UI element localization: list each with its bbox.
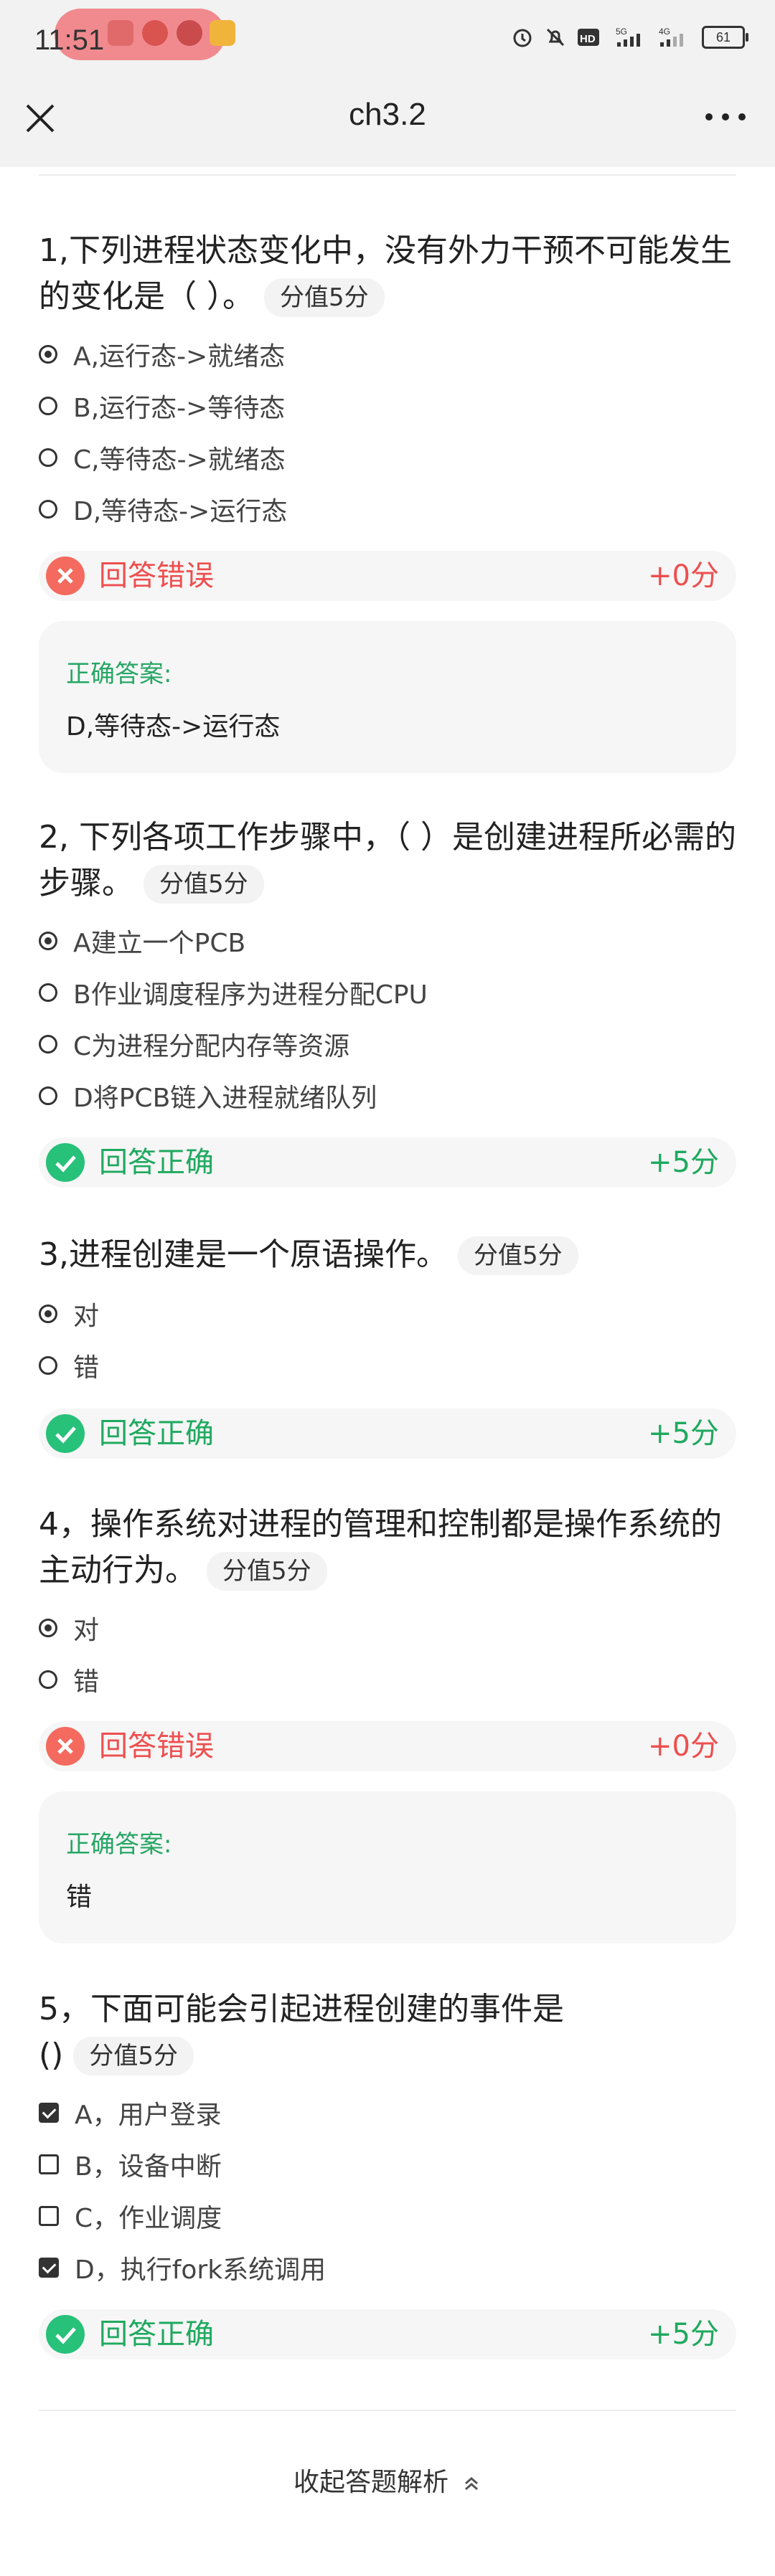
result-score: +5分 [648, 1417, 719, 1450]
score-tag: 分值5分 [73, 2037, 194, 2075]
result-text: 回答错误 [99, 559, 214, 592]
question-2: 2, 下列各项工作步骤中，（ ）是创建进程所必需的步骤。 分值5分 A建立一个PC… [39, 815, 736, 1188]
check-icon [46, 2315, 85, 2354]
qq-icon [142, 20, 168, 46]
question-title: 3,进程创建是一个原语操作。 分值5分 [39, 1232, 736, 1278]
option-d[interactable]: D，执行fork系统调用 [39, 2246, 326, 2289]
radio-selected[interactable] [39, 1304, 57, 1323]
radio[interactable] [39, 1086, 57, 1105]
page-title: ch3.2 [349, 97, 426, 132]
double-chevron-up-icon [465, 2477, 478, 2491]
status-bar: 11:51 HD 5G 4G 61 [0, 0, 775, 82]
svg-text:5G: 5G [616, 27, 627, 37]
result-bar: 回答错误 +0分 [39, 1721, 736, 1771]
result-text: 回答正确 [99, 1417, 214, 1450]
radio[interactable] [39, 500, 57, 518]
option-b[interactable]: B作业调度程序为进程分配CPU [39, 971, 428, 1014]
question-title: 4，操作系统对进程的管理和控制都是操作系统的主动行为。 分值5分 [39, 1502, 736, 1594]
wrong-icon [46, 1727, 85, 1766]
result-bar: 回答正确 +5分 [39, 1408, 736, 1459]
svg-text:HD: HD [580, 33, 596, 45]
checkbox[interactable] [39, 2206, 59, 2226]
radio[interactable] [39, 448, 57, 467]
option-b[interactable]: B，设备中断 [39, 2143, 222, 2186]
question-title: 2, 下列各项工作步骤中，（ ）是创建进程所必需的步骤。 分值5分 [39, 815, 736, 906]
score-tag: 分值5分 [207, 1552, 327, 1591]
result-text: 回答错误 [99, 1730, 214, 1763]
collapse-label: 收起答题解析 [293, 2468, 448, 2497]
option-a[interactable]: A，用户登录 [39, 2091, 222, 2134]
alarm-icon [513, 29, 532, 47]
radio-selected[interactable] [39, 1619, 57, 1637]
question-1: 1,下列进程状态变化中，没有外力干预不可能发生的变化是（ ）。 分值5分 A,运行… [39, 228, 736, 773]
question-title: 1,下列进程状态变化中，没有外力干预不可能发生的变化是（ ）。 分值5分 [39, 228, 736, 320]
svg-text:4G: 4G [659, 27, 670, 37]
question-4: 4，操作系统对进程的管理和控制都是操作系统的主动行为。 分值5分 对 错 回答错误… [39, 1502, 736, 1943]
result-bar: 回答正确 +5分 [39, 1137, 736, 1188]
radio[interactable] [39, 1035, 57, 1053]
status-time: 11:51 [34, 24, 105, 56]
check-icon [46, 1143, 85, 1182]
battery-icon: 61 [702, 26, 748, 49]
option-c[interactable]: C,等待态->就绪态 [39, 436, 286, 479]
correct-answer-box: 正确答案: D,等待态->运行态 [39, 621, 736, 773]
option-true[interactable]: 对 [39, 1606, 99, 1649]
signal-5g-icon: 5G [616, 27, 640, 47]
result-score: +0分 [648, 1730, 719, 1763]
result-score: +5分 [648, 1146, 719, 1179]
option-c[interactable]: C，作业调度 [39, 2194, 222, 2238]
check-icon [46, 1414, 85, 1453]
radio[interactable] [39, 1670, 57, 1689]
option-true[interactable]: 对 [39, 1292, 99, 1335]
result-score: +5分 [648, 2318, 719, 2351]
divider [39, 2410, 736, 2411]
radio[interactable] [39, 1356, 57, 1375]
checkbox-checked[interactable] [39, 2258, 59, 2278]
result-bar: 回答正确 +5分 [39, 2309, 736, 2359]
answer-value: D,等待态->运行态 [66, 712, 281, 742]
radio-selected[interactable] [39, 345, 57, 364]
checkbox-checked[interactable] [39, 2103, 59, 2123]
question-3: 3,进程创建是一个原语操作。 分值5分 对 错 回答正确 +5分 [39, 1232, 736, 1459]
collapse-analysis-button[interactable]: 收起答题解析 [0, 2461, 775, 2499]
result-score: +0分 [648, 559, 719, 592]
option-d[interactable]: D将PCB链入进程就绪队列 [39, 1074, 377, 1117]
option-b[interactable]: B,运行态->等待态 [39, 384, 285, 427]
option-false[interactable]: 错 [39, 1344, 99, 1387]
radio-selected[interactable] [39, 932, 57, 950]
signal-4g-icon: 4G [659, 27, 683, 47]
nav-bar: ch3.2 [0, 82, 775, 167]
option-c[interactable]: C为进程分配内存等资源 [39, 1023, 349, 1066]
score-tag: 分值5分 [264, 278, 385, 317]
app-notification-icon [108, 20, 133, 46]
result-text: 回答正确 [99, 2318, 214, 2351]
result-text: 回答正确 [99, 1146, 214, 1179]
app-notification-icon [210, 20, 235, 46]
question-title: 5，下面可能会引起进程创建的事件是 () 分值5分 [39, 1987, 736, 2078]
answer-label: 正确答案: [66, 1830, 172, 1859]
status-icons: HD 5G 4G 61 [511, 26, 748, 49]
result-bar: 回答错误 +0分 [39, 551, 736, 601]
option-a[interactable]: A,运行态->就绪态 [39, 333, 285, 376]
divider [39, 174, 736, 176]
radio[interactable] [39, 397, 57, 415]
option-d[interactable]: D,等待态->运行态 [39, 488, 287, 531]
wrong-icon [46, 557, 85, 595]
answer-label: 正确答案: [66, 660, 172, 688]
more-icon[interactable] [700, 103, 751, 131]
option-a[interactable]: A建立一个PCB [39, 919, 245, 962]
answer-value: 错 [66, 1883, 93, 1912]
hd-icon: HD [578, 29, 599, 46]
checkbox[interactable] [39, 2154, 59, 2174]
question-5: 5，下面可能会引起进程创建的事件是 () 分值5分 A，用户登录 B，设备中断 C… [39, 1987, 736, 2359]
mute-icon [546, 28, 565, 47]
option-false[interactable]: 错 [39, 1658, 99, 1701]
correct-answer-box: 正确答案: 错 [39, 1791, 736, 1943]
score-tag: 分值5分 [144, 865, 264, 904]
radio[interactable] [39, 983, 57, 1002]
weibo-icon [177, 20, 202, 46]
score-tag: 分值5分 [457, 1236, 578, 1275]
